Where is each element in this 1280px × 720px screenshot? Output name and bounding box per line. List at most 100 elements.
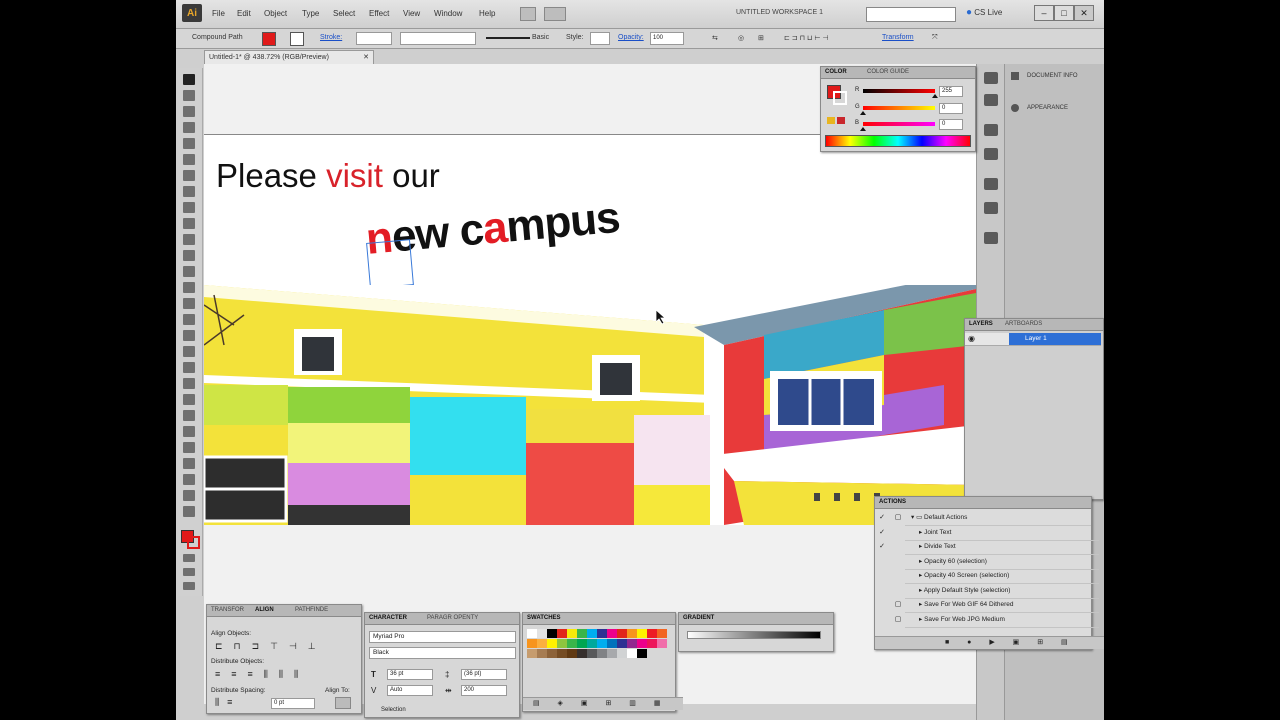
menu-edit[interactable]: Edit: [237, 9, 251, 18]
swatch-cell[interactable]: [597, 649, 607, 658]
panel-menu-icon[interactable]: ⤧: [932, 34, 938, 42]
action-dialog-toggle[interactable]: ▢: [891, 613, 905, 627]
align-left-icon[interactable]: ⊏ ⊐ ⊓ ⊔ ⊢ ⊣: [784, 34, 829, 42]
hand-tool-icon[interactable]: [183, 490, 195, 501]
gamut-swatch-icon[interactable]: [837, 117, 845, 124]
line-tool-icon[interactable]: [183, 170, 195, 181]
magic-wand-tool-icon[interactable]: [183, 106, 195, 117]
brushes-panel-icon[interactable]: [984, 124, 998, 136]
type-tool-icon[interactable]: [183, 154, 195, 165]
menu-file[interactable]: File: [212, 9, 225, 18]
blend-tool-icon[interactable]: [183, 410, 195, 421]
action-row[interactable]: ▸ Opacity 60 (selection): [905, 555, 1099, 570]
swatch-cell[interactable]: [627, 649, 637, 658]
swatch-cell[interactable]: [617, 629, 627, 638]
transparency-panel-icon[interactable]: [984, 202, 998, 214]
swatch-cell[interactable]: [647, 629, 657, 638]
green-value-field[interactable]: 0: [939, 103, 963, 114]
action-toggle-checkbox[interactable]: [875, 584, 889, 598]
swatch-cell[interactable]: [527, 649, 537, 658]
swatch-cell[interactable]: [627, 629, 637, 638]
graphic-style-picker[interactable]: [590, 32, 610, 45]
lasso-tool-icon[interactable]: [183, 122, 195, 133]
color-spectrum-bar[interactable]: [825, 135, 971, 147]
layer-name[interactable]: Layer 1: [1025, 335, 1047, 342]
swatch-cell[interactable]: [547, 639, 557, 648]
green-slider-handle[interactable]: [860, 111, 866, 115]
maximize-button[interactable]: □: [1054, 5, 1074, 21]
swatch-cell[interactable]: [577, 639, 587, 648]
document-info-label[interactable]: DOCUMENT INFO: [1027, 73, 1078, 79]
menu-type[interactable]: Type: [302, 9, 319, 18]
eyedropper-tool-icon[interactable]: [183, 394, 195, 405]
swatch-cell[interactable]: [557, 629, 567, 638]
pen-tool-icon[interactable]: [183, 138, 195, 149]
blob-brush-tool-icon[interactable]: [183, 234, 195, 245]
tab-actions[interactable]: ACTIONS: [879, 499, 906, 505]
tab-swatches[interactable]: SWATCHES: [527, 615, 561, 621]
align-objects-buttons[interactable]: ⊏⊓⊐⊤⊣⊥: [215, 641, 327, 652]
paintbrush-tool-icon[interactable]: [183, 202, 195, 213]
green-slider[interactable]: [863, 106, 935, 110]
swatch-cell[interactable]: [597, 639, 607, 648]
out-of-gamut-warning-icon[interactable]: [827, 117, 835, 124]
align-icon[interactable]: ⊞: [758, 34, 764, 42]
action-toggle-checkbox[interactable]: ✓: [875, 511, 889, 525]
drawing-mode-icon[interactable]: [183, 568, 195, 576]
swatch-cell[interactable]: [587, 629, 597, 638]
swatch-cell[interactable]: [607, 629, 617, 638]
cs-live-button[interactable]: ● CS Live: [966, 7, 1002, 18]
selection-bounding-box[interactable]: [366, 239, 414, 289]
isolate-icon[interactable]: ◎: [738, 34, 744, 42]
swatch-cell[interactable]: [557, 639, 567, 648]
symbol-sprayer-tool-icon[interactable]: [183, 426, 195, 437]
swatch-cell[interactable]: [607, 649, 617, 658]
swatch-cell[interactable]: [577, 649, 587, 658]
action-row[interactable]: ▸ Save For Web GIF 64 Dithered: [905, 598, 1099, 613]
graphic-styles-panel-icon[interactable]: [984, 232, 998, 244]
fill-swatch[interactable]: [262, 32, 276, 46]
action-dialog-toggle[interactable]: ▢: [891, 598, 905, 612]
action-row[interactable]: ▸ Joint Text: [905, 526, 1099, 541]
color-stroke-indicator[interactable]: [833, 91, 847, 105]
stroke-weight-field[interactable]: [356, 32, 392, 45]
swatch-cell[interactable]: [557, 649, 567, 658]
menu-effect[interactable]: Effect: [369, 9, 389, 18]
color-guide-panel-icon[interactable]: [984, 94, 998, 106]
font-size-field[interactable]: 36 pt: [387, 669, 433, 680]
mesh-tool-icon[interactable]: [183, 362, 195, 373]
swatch-cell[interactable]: [537, 629, 547, 638]
tab-align[interactable]: ALIGN: [255, 607, 274, 613]
width-tool-icon[interactable]: [183, 298, 195, 309]
swatch-cell[interactable]: [547, 629, 557, 638]
opacity-field[interactable]: 100: [650, 32, 684, 45]
leading-field[interactable]: (36 pt): [461, 669, 507, 680]
action-dialog-toggle[interactable]: [891, 584, 905, 598]
layer-row[interactable]: ◉ Layer 1: [965, 333, 1101, 346]
perspective-grid-tool-icon[interactable]: [183, 346, 195, 357]
appearance-label[interactable]: APPEARANCE: [1027, 105, 1068, 111]
zoom-tool-icon[interactable]: [183, 506, 195, 517]
action-dialog-toggle[interactable]: [891, 569, 905, 583]
font-family-field[interactable]: Myriad Pro: [369, 631, 516, 643]
close-tab-icon[interactable]: ✕: [363, 51, 369, 64]
swatch-cell[interactable]: [537, 639, 547, 648]
swatch-cell[interactable]: [607, 639, 617, 648]
blue-value-field[interactable]: 0: [939, 119, 963, 130]
swatch-cell[interactable]: [637, 629, 647, 638]
tracking-field[interactable]: 200: [461, 685, 507, 696]
tab-color[interactable]: COLOR: [825, 69, 847, 75]
tab-layers[interactable]: LAYERS: [969, 321, 993, 327]
swatch-cell[interactable]: [657, 629, 667, 638]
close-button[interactable]: ✕: [1074, 5, 1094, 21]
document-info-icon[interactable]: [1011, 72, 1019, 80]
action-toggle-checkbox[interactable]: ✓: [875, 540, 889, 554]
swatch-cell[interactable]: [567, 649, 577, 658]
action-row[interactable]: ▸ Divide Text: [905, 540, 1099, 555]
recolor-icon[interactable]: ⇆: [712, 34, 718, 42]
document-tab[interactable]: Untitled-1* @ 438.72% (RGB/Preview) ✕: [204, 50, 374, 64]
variable-width-field[interactable]: [400, 32, 476, 45]
align-to-dropdown[interactable]: [335, 697, 351, 709]
swatch-cell[interactable]: [597, 629, 607, 638]
gradient-slider[interactable]: [687, 631, 821, 639]
